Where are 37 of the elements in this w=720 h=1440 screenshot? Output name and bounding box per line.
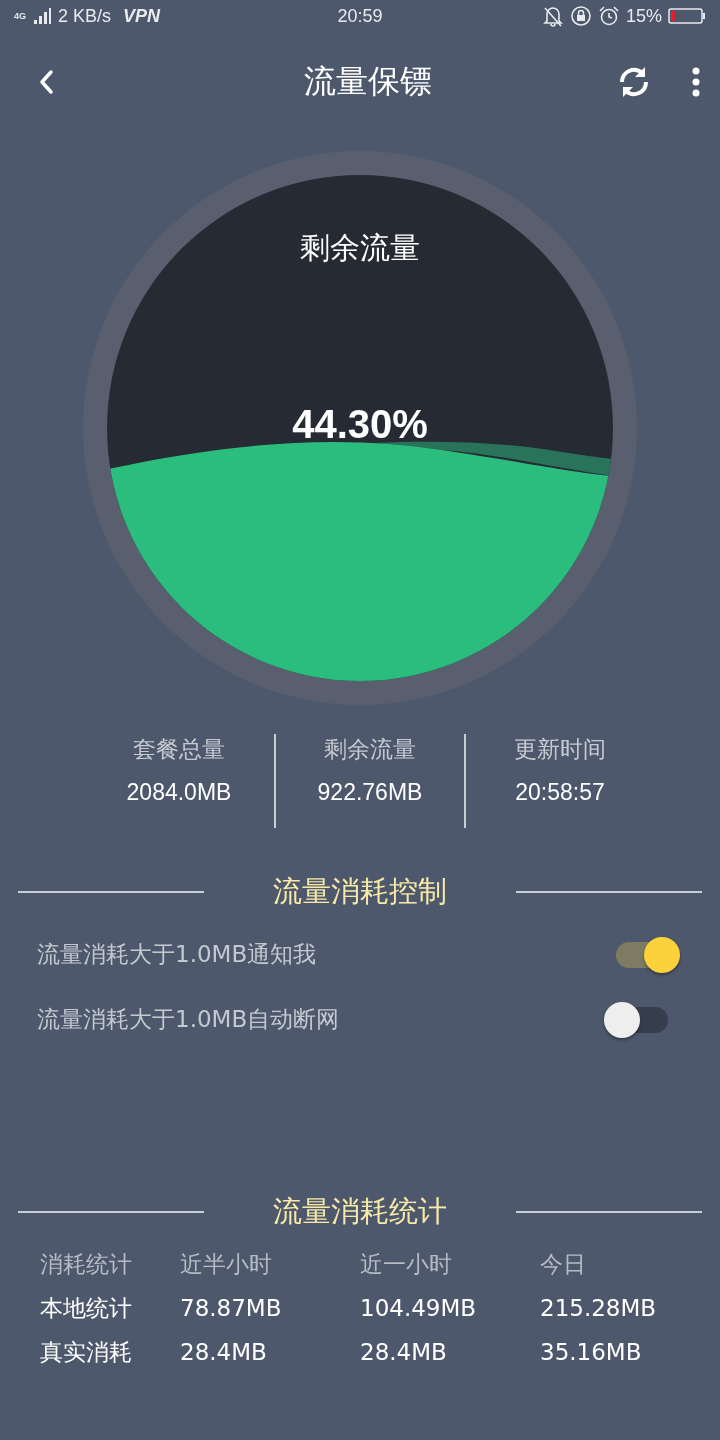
battery-percent: 15% bbox=[626, 5, 662, 27]
vpn-indicator: VPN bbox=[123, 5, 161, 27]
bell-off-icon bbox=[542, 5, 564, 27]
more-button[interactable] bbox=[692, 67, 700, 97]
column-header: 今日 bbox=[540, 1249, 587, 1279]
clock: 20:59 bbox=[337, 5, 383, 27]
alarm-icon bbox=[598, 5, 620, 27]
network-type: 4G bbox=[14, 11, 26, 21]
summary-value: 2084.0MB bbox=[126, 779, 232, 806]
table-cell-text: 35.16MB bbox=[540, 1338, 643, 1367]
battery-icon bbox=[668, 6, 706, 26]
table-cell-text: 28.4MB bbox=[180, 1338, 268, 1367]
table-cell-text: 28.4MB bbox=[360, 1338, 448, 1367]
summary-value: 922.76MB bbox=[317, 779, 423, 806]
setting-label: 流量消耗大于1.0MB自动断网 bbox=[37, 1005, 340, 1034]
table-cell-text: 104.49MB bbox=[360, 1294, 478, 1323]
row-header: 真实消耗 bbox=[40, 1337, 133, 1367]
column-header: 近一小时 bbox=[360, 1249, 453, 1279]
gauge-label: 剩余流量 bbox=[300, 229, 420, 267]
summary-value: 20:58:57 bbox=[515, 779, 605, 806]
network-speed: 2 KB/s bbox=[58, 5, 112, 27]
more-icon bbox=[692, 67, 700, 97]
page-title: 流量保镖 bbox=[303, 61, 433, 102]
summary-label: 套餐总量 bbox=[133, 735, 225, 764]
section-title: 流量消耗统计 bbox=[272, 1193, 448, 1230]
table-cell-text: 78.87MB bbox=[180, 1294, 283, 1323]
table-cell-text: 215.28MB bbox=[540, 1294, 658, 1323]
summary-label: 剩余流量 bbox=[324, 735, 416, 764]
summary-label: 更新时间 bbox=[514, 735, 606, 764]
row-header: 本地统计 bbox=[40, 1293, 133, 1323]
section-title: 流量消耗控制 bbox=[272, 873, 448, 910]
rotation-lock-icon bbox=[570, 5, 592, 27]
column-header: 近半小时 bbox=[180, 1249, 273, 1279]
setting-label: 流量消耗大于1.0MB通知我 bbox=[37, 940, 317, 969]
column-header: 消耗统计 bbox=[40, 1249, 133, 1279]
remaining-percent: 44.30% bbox=[292, 402, 428, 447]
signal-icon bbox=[32, 6, 52, 26]
